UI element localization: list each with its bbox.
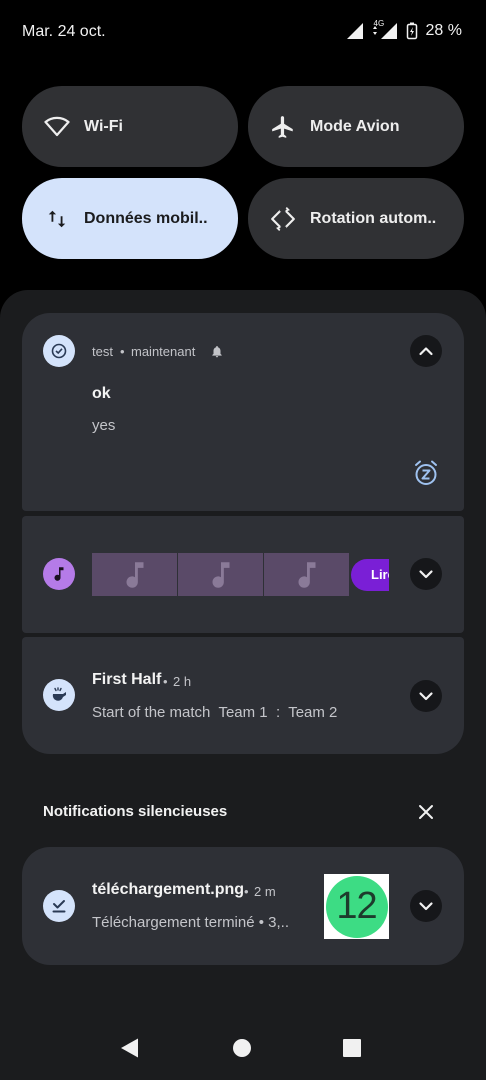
collapse-chevron-icon[interactable] [410, 335, 442, 367]
notification-title: téléchargement.png [92, 881, 245, 898]
media-artwork [178, 553, 263, 596]
meta-separator: • [244, 884, 249, 899]
status-date: Mar. 24 oct. [22, 23, 106, 40]
tile-label: Données mobil.. [84, 209, 208, 227]
notification-time: 2 h [173, 674, 192, 689]
auto-rotate-icon [270, 205, 296, 232]
mobile-data-icon [44, 206, 70, 232]
back-icon[interactable] [110, 1030, 150, 1066]
expand-chevron-icon[interactable] [410, 680, 442, 712]
tile-label: Wi-Fi [84, 117, 123, 135]
notification-match[interactable]: First Half • 2 h Start of the match Team… [22, 637, 464, 754]
android-12-logo: 12 [325, 875, 388, 938]
snooze-icon[interactable] [412, 459, 440, 492]
tile-airplane-mode[interactable]: Mode Avion [248, 86, 464, 167]
check-circle-icon [43, 335, 75, 367]
airplane-icon [270, 114, 296, 140]
notification-time: maintenant [131, 344, 196, 359]
signal-icon [346, 22, 364, 40]
notification-shade-screen: Mar. 24 oct. 4G 28 % Wi-Fi Mode Avion Do… [0, 0, 486, 1080]
home-icon[interactable] [222, 1028, 262, 1068]
notification-title: ok [92, 385, 111, 402]
whistle-icon [43, 679, 75, 711]
download-thumbnail[interactable]: 12 [324, 874, 389, 939]
bell-icon [210, 344, 224, 364]
battery-charging-icon [406, 22, 418, 40]
notification-test[interactable]: test • maintenant ok yes [22, 313, 464, 511]
expand-chevron-icon[interactable] [410, 890, 442, 922]
tile-wifi[interactable]: Wi-Fi [22, 86, 238, 167]
media-play-button[interactable]: Lire [351, 559, 389, 591]
download-done-icon [43, 890, 75, 922]
status-indicators: 4G 28 % [346, 19, 462, 40]
tile-label: Mode Avion [310, 117, 400, 135]
wifi-icon [44, 114, 70, 140]
notification-body: Start of the match Team 1 : Team 2 [92, 704, 338, 721]
music-note-icon [126, 561, 143, 588]
close-icon[interactable] [414, 800, 438, 824]
media-artwork [92, 553, 177, 596]
tile-mobile-data[interactable]: Données mobil.. [22, 178, 238, 259]
tile-auto-rotate[interactable]: Rotation autom.. [248, 178, 464, 259]
battery-percent: 28 % [425, 22, 462, 39]
notification-body: Téléchargement terminé • 3,.. [92, 914, 290, 931]
network-type-icon: 4G [370, 19, 400, 40]
status-bar: Mar. 24 oct. 4G 28 % [0, 0, 486, 64]
notification-download[interactable]: téléchargement.png • 2 m Téléchargement … [22, 847, 464, 965]
notification-time: 2 m [254, 884, 276, 899]
notification-title: First Half [92, 671, 162, 688]
notification-app-name: test [92, 344, 113, 359]
expand-chevron-icon[interactable] [410, 558, 442, 590]
media-artwork-strip: Lire [92, 553, 389, 596]
tile-label: Rotation autom.. [310, 209, 437, 227]
recents-icon[interactable] [332, 1028, 372, 1068]
navigation-bar [0, 1010, 486, 1080]
silent-notifications-header: Notifications silencieuses [43, 803, 228, 820]
notification-media[interactable]: Lire [22, 516, 464, 633]
notification-body: yes [92, 417, 116, 434]
music-note-icon [298, 561, 315, 588]
media-artwork [264, 553, 349, 596]
music-note-icon [212, 561, 229, 588]
meta-separator: • [163, 674, 168, 689]
music-note-icon [43, 558, 75, 590]
meta-separator: • [120, 344, 125, 359]
